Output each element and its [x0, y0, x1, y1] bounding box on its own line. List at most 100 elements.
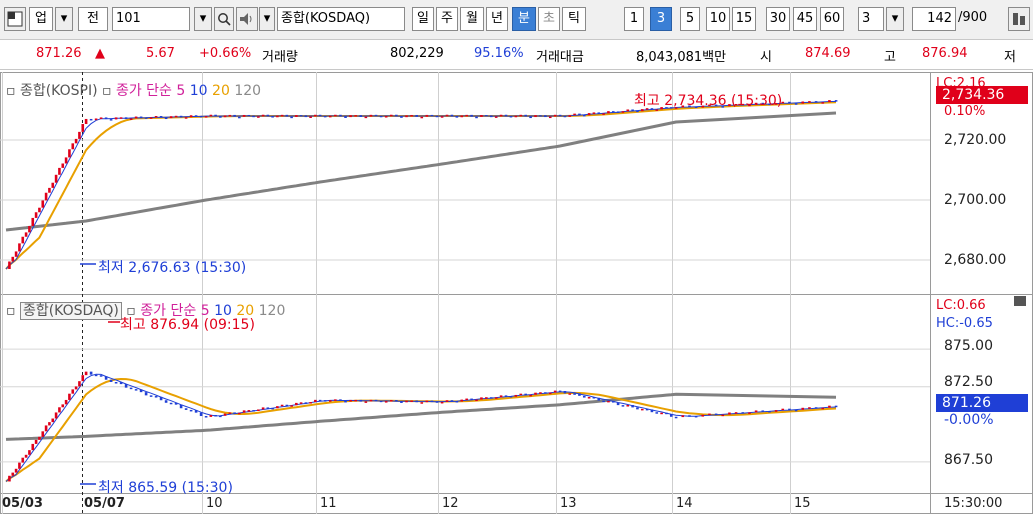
candle — [384, 401, 388, 403]
chart-canvas[interactable] — [0, 72, 1033, 514]
candle — [430, 400, 434, 403]
volume-value: 802,229 — [390, 46, 444, 61]
candle — [788, 408, 791, 411]
candle — [548, 116, 552, 119]
candle — [514, 115, 518, 118]
candle — [94, 374, 98, 377]
candle — [794, 409, 798, 412]
period-month-button[interactable]: 월 — [460, 7, 484, 31]
chart-type-icon[interactable] — [4, 7, 26, 31]
lower-hc-label: HC:-0.65 — [936, 316, 993, 331]
candle — [460, 115, 464, 118]
candle — [349, 399, 352, 402]
candle — [299, 115, 303, 117]
speaker-icon-glyph — [240, 13, 252, 25]
candle — [828, 405, 831, 408]
period-second-button[interactable]: 초 — [538, 7, 560, 31]
candle — [144, 117, 148, 119]
interval-3-button[interactable]: 3 — [650, 7, 672, 31]
period-week-button[interactable]: 주 — [436, 7, 458, 31]
candle — [323, 115, 327, 118]
candle — [480, 397, 483, 400]
count-input[interactable]: 142 — [912, 7, 956, 31]
code-dropdown-arrow-icon[interactable]: ▾ — [194, 7, 212, 31]
chart-toolbar: 업 ▾ 전 101 ▾ ▾ 종합(KOSDAQ) 일 주 월 년 분 초 틱 1… — [0, 0, 1033, 40]
candle — [209, 414, 213, 417]
candle — [626, 109, 630, 112]
x-label-date: 14 — [676, 496, 693, 511]
upper-legend-ma5: 5 — [176, 83, 186, 99]
speaker-icon[interactable] — [236, 7, 258, 31]
candle — [314, 399, 317, 403]
interval-5-button[interactable]: 5 — [680, 7, 700, 31]
index-dropdown-arrow-icon[interactable]: ▾ — [259, 7, 275, 31]
period-year-button[interactable]: 년 — [486, 7, 508, 31]
panel-maximize-icon[interactable] — [1014, 296, 1026, 306]
candle — [359, 115, 363, 117]
candle — [290, 405, 293, 407]
interval-dropdown-arrow-icon[interactable]: ▾ — [886, 7, 904, 31]
candle — [41, 431, 45, 437]
candle — [189, 409, 193, 412]
interval-10-button[interactable]: 10 — [706, 7, 730, 31]
candle — [470, 398, 473, 401]
candle — [129, 118, 133, 120]
candle — [808, 101, 811, 103]
candle — [285, 114, 289, 117]
market-dropdown-arrow-icon[interactable]: ▾ — [55, 7, 73, 31]
candle — [84, 118, 88, 125]
candle — [504, 395, 508, 397]
interval-1-button[interactable]: 1 — [624, 7, 644, 31]
candle — [754, 410, 758, 413]
period-day-button[interactable]: 일 — [412, 7, 434, 31]
candle — [295, 402, 298, 406]
candle — [563, 115, 567, 118]
candle — [58, 167, 61, 175]
candle — [578, 393, 581, 396]
candle — [694, 415, 698, 418]
candle — [61, 163, 65, 168]
candle — [794, 103, 798, 105]
candle — [465, 398, 468, 401]
candle — [61, 404, 65, 408]
lower-legend-index[interactable]: 종합(KOSDAQ) — [19, 302, 122, 320]
candle — [369, 114, 373, 117]
candle — [28, 450, 31, 455]
candle — [276, 115, 279, 118]
menu-icon[interactable] — [1008, 7, 1030, 31]
interval-input[interactable]: 3 — [858, 7, 884, 31]
candle — [38, 207, 41, 213]
candle — [328, 400, 332, 402]
candle — [8, 261, 11, 269]
period-tick-button[interactable]: 틱 — [562, 7, 586, 31]
search-icon[interactable] — [214, 7, 234, 31]
candle — [539, 392, 542, 394]
candle — [34, 439, 38, 444]
candle — [109, 379, 113, 383]
candle — [41, 200, 45, 208]
candle — [415, 114, 418, 117]
candle — [616, 402, 620, 406]
interval-30-button[interactable]: 30 — [766, 7, 790, 31]
candle — [384, 116, 388, 118]
candle — [395, 400, 398, 402]
candle — [199, 412, 203, 417]
kind-selector[interactable]: 전 — [78, 7, 108, 31]
interval-15-button[interactable]: 15 — [732, 7, 756, 31]
market-selector[interactable]: 업 — [29, 7, 53, 31]
candle — [266, 407, 270, 409]
candle — [636, 110, 639, 113]
candle — [179, 115, 183, 118]
code-input[interactable]: 101 — [112, 7, 190, 31]
period-minute-button[interactable]: 분 — [512, 7, 536, 31]
candle — [21, 236, 25, 244]
candle — [214, 114, 217, 117]
upper-legend-index: 종합(KOSPI) — [19, 83, 98, 99]
chart-area[interactable]: ▫ 종합(KOSPI) ▫ 종가 단순 5 10 20 120 최고 2,734… — [0, 72, 1033, 514]
index-name-field[interactable]: 종합(KOSDAQ) — [277, 7, 405, 31]
interval-45-button[interactable]: 45 — [793, 7, 817, 31]
candle — [587, 113, 591, 116]
interval-60-button[interactable]: 60 — [820, 7, 844, 31]
candle — [114, 117, 118, 120]
candle — [544, 392, 547, 394]
